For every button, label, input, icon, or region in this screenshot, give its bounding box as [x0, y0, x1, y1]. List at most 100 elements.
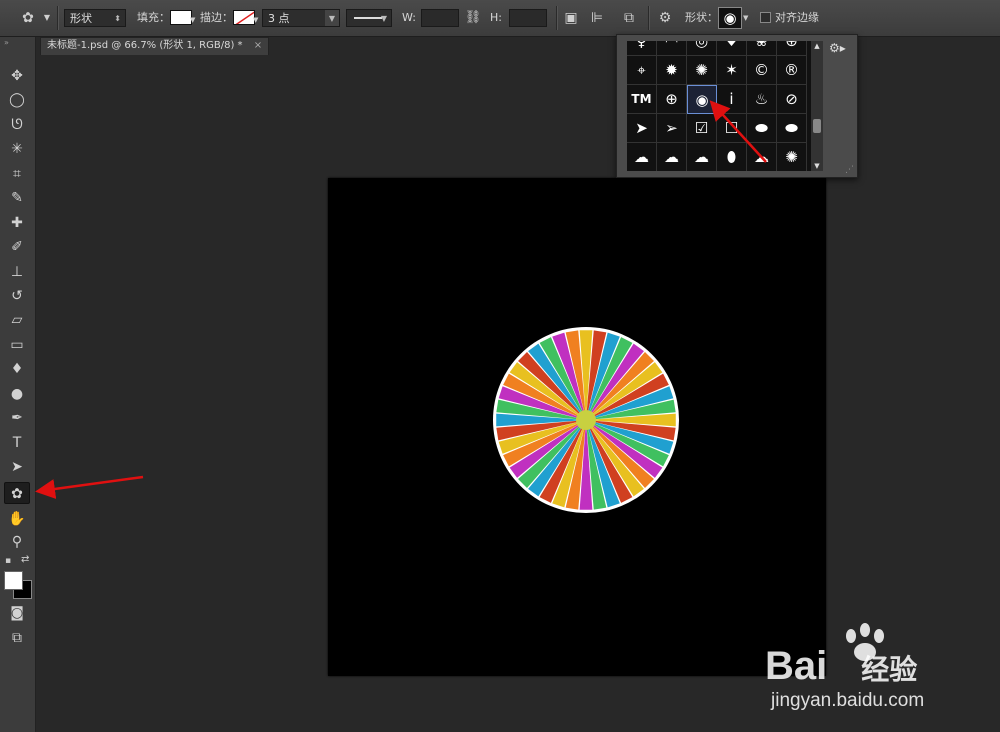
gear-icon[interactable]: ⚙	[654, 0, 676, 36]
zoom-tool-icon[interactable]: ⚲	[4, 531, 30, 553]
move-tool-icon[interactable]: ✥	[4, 65, 30, 87]
stroke-none-swatch[interactable]	[233, 10, 255, 25]
shape-cell-1-2[interactable]: ✺	[687, 56, 717, 85]
blur-tool-icon[interactable]: ♦	[4, 358, 30, 380]
shape-cell-3-5[interactable]: ⬬	[777, 114, 807, 143]
path-operations-icon[interactable]: ▣	[562, 0, 580, 36]
shape-cell-1-4[interactable]: ©	[747, 56, 777, 85]
shape-cell-2-2[interactable]: ◉	[687, 85, 717, 114]
brush-tool-icon[interactable]: ✐	[4, 236, 30, 258]
fill-color-swatch[interactable]	[170, 10, 192, 25]
tool-mode-value: 形状	[70, 12, 92, 25]
stroke-width-field[interactable]: 3 点 ▼	[262, 9, 340, 27]
foreground-color-swatch[interactable]	[4, 571, 23, 590]
shape-cell-2-5[interactable]: ⊘	[777, 85, 807, 114]
shape-cell-2-0[interactable]: TM	[627, 85, 657, 114]
clone-stamp-tool-icon[interactable]: ⊥	[4, 261, 30, 283]
history-brush-tool-icon[interactable]: ↺	[4, 285, 30, 307]
shape-cell-0-0[interactable]: ♀	[627, 41, 657, 56]
screen-mode-icon[interactable]: ⧉	[4, 627, 30, 649]
shape-cell-3-1[interactable]: ➢	[657, 114, 687, 143]
shape-cell-3-3[interactable]: ☐	[717, 114, 747, 143]
scroll-down-icon[interactable]: ▼	[811, 162, 823, 170]
baidu-jingyan-watermark: Bai 经验 jingyan.baidu.com	[765, 622, 985, 722]
annotation-arrow-tool	[35, 475, 144, 499]
shape-picker-panel: ♀ ◠ ◎ ♥ ❀ ⊕ ⌖ ✹ ✺ ✶ © ® TM ⊕ ◉ i ♨ ⊘ ➤ ➢ ☑ ☐ ⬬ ⬬ ☁ ☁ ☁ ⬮ ☁ ✺ ▲ ▼ ⚙▸ ⋰	[616, 34, 858, 178]
shape-cell-0-2[interactable]: ◎	[687, 41, 717, 56]
options-bar: ✿ ▼ 形状 ⬍ 填充： ▼ 描边： ▼ 3 点 ▼ ▼ W: ⛓ H: ▣ ⊫…	[0, 0, 1000, 37]
shape-cell-4-5[interactable]: ✺	[777, 143, 807, 171]
shape-cell-1-1[interactable]: ✹	[657, 56, 687, 85]
shape-cell-3-4[interactable]: ⬬	[747, 114, 777, 143]
shape-cell-0-1[interactable]: ◠	[657, 41, 687, 56]
tool-mode-dropdown[interactable]: 形状 ⬍	[64, 9, 126, 27]
separator	[648, 6, 649, 30]
shape-cell-0-5[interactable]: ⊕	[777, 41, 807, 56]
shape-cell-3-0[interactable]: ➤	[627, 114, 657, 143]
shape-cell-4-3[interactable]: ⬮	[717, 143, 747, 171]
height-input[interactable]	[509, 9, 547, 27]
path-arrangement-icon[interactable]: ⧉	[618, 0, 640, 36]
eyedropper-tool-icon[interactable]: ✎	[4, 187, 30, 209]
spiral-ring-shape-icon: ◉	[723, 9, 737, 27]
shape-cell-4-0[interactable]: ☁	[627, 143, 657, 171]
document-tab-title: 未标题-1.psd @ 66.7% (形状 1, RGB/8) *	[47, 40, 243, 51]
shape-cell-2-1[interactable]: ⊕	[657, 85, 687, 114]
shape-cell-1-0[interactable]: ⌖	[627, 56, 657, 85]
crop-tool-icon[interactable]: ⌗	[4, 163, 30, 185]
custom-shape-tool-preset-icon[interactable]: ✿	[14, 0, 42, 36]
eraser-tool-icon[interactable]: ▱	[4, 309, 30, 331]
fill-label: 填充：	[137, 11, 170, 24]
width-label: W:	[402, 11, 416, 24]
gear-icon[interactable]: ⚙▸	[829, 41, 846, 55]
path-alignment-icon[interactable]: ⊫	[588, 0, 606, 36]
watermark-url: jingyan.baidu.com	[771, 690, 925, 711]
magic-wand-tool-icon[interactable]: ✳	[4, 138, 30, 160]
hand-tool-icon[interactable]: ✋	[4, 508, 30, 530]
gradient-tool-icon[interactable]: ▭	[4, 334, 30, 356]
shape-label: 形状：	[685, 11, 718, 24]
link-icon[interactable]: ⛓	[463, 0, 483, 36]
shape-cell-4-2[interactable]: ☁	[687, 143, 717, 171]
chevron-down-icon[interactable]: ▼	[743, 14, 748, 22]
type-tool-icon[interactable]: T	[4, 432, 30, 454]
shape-cell-3-2[interactable]: ☑	[687, 114, 717, 143]
shape-cell-0-4[interactable]: ❀	[747, 41, 777, 56]
chevron-down-icon[interactable]: ▼	[190, 16, 195, 24]
scrollbar-thumb[interactable]	[813, 119, 821, 133]
shape-cell-1-5[interactable]: ®	[777, 56, 807, 85]
shape-cell-2-3[interactable]: i	[717, 85, 747, 114]
swap-colors-icon[interactable]: ⇄	[21, 554, 29, 565]
shape-cell-4-4[interactable]: ☁	[747, 143, 777, 171]
document-tab[interactable]: 未标题-1.psd @ 66.7% (形状 1, RGB/8) * ×	[40, 37, 270, 55]
chevron-down-icon[interactable]: ▼	[253, 16, 258, 24]
shape-preview-button[interactable]: ◉	[718, 7, 742, 29]
lasso-tool-icon[interactable]: ᘎ	[4, 114, 30, 136]
document-canvas[interactable]	[328, 178, 826, 676]
custom-shape-artwork	[493, 327, 679, 513]
shape-cell-2-4[interactable]: ♨	[747, 85, 777, 114]
stroke-type-dropdown[interactable]: ▼	[346, 9, 392, 27]
resize-grip-icon[interactable]: ⋰	[845, 165, 854, 175]
healing-brush-tool-icon[interactable]: ✚	[4, 212, 30, 234]
panel-collapse-icon[interactable]: »	[4, 38, 9, 47]
pen-tool-icon[interactable]: ✒	[4, 407, 30, 429]
shape-cell-1-3[interactable]: ✶	[717, 56, 747, 85]
path-selection-tool-icon[interactable]: ➤	[4, 456, 30, 478]
quick-mask-icon[interactable]: ◙	[4, 602, 30, 624]
custom-shape-tool-icon[interactable]: ✿	[4, 482, 30, 504]
shape-grid-scrollbar[interactable]: ▲ ▼	[811, 41, 823, 171]
elliptical-marquee-tool-icon[interactable]: ◯	[4, 89, 30, 111]
scroll-up-icon[interactable]: ▲	[811, 42, 823, 50]
align-edges-checkbox[interactable]	[760, 12, 771, 23]
dodge-tool-icon[interactable]: ●	[4, 383, 30, 405]
stroke-width-value: 3 点	[268, 12, 290, 25]
chevron-down-icon[interactable]: ▼	[42, 0, 52, 36]
width-input[interactable]	[421, 9, 459, 27]
dropdown-arrow-icon: ⬍	[114, 14, 121, 23]
default-colors-icon[interactable]: ▪	[5, 556, 11, 566]
shape-cell-0-3[interactable]: ♥	[717, 41, 747, 56]
separator	[556, 6, 557, 30]
shape-cell-4-1[interactable]: ☁	[657, 143, 687, 171]
close-icon[interactable]: ×	[254, 40, 262, 51]
